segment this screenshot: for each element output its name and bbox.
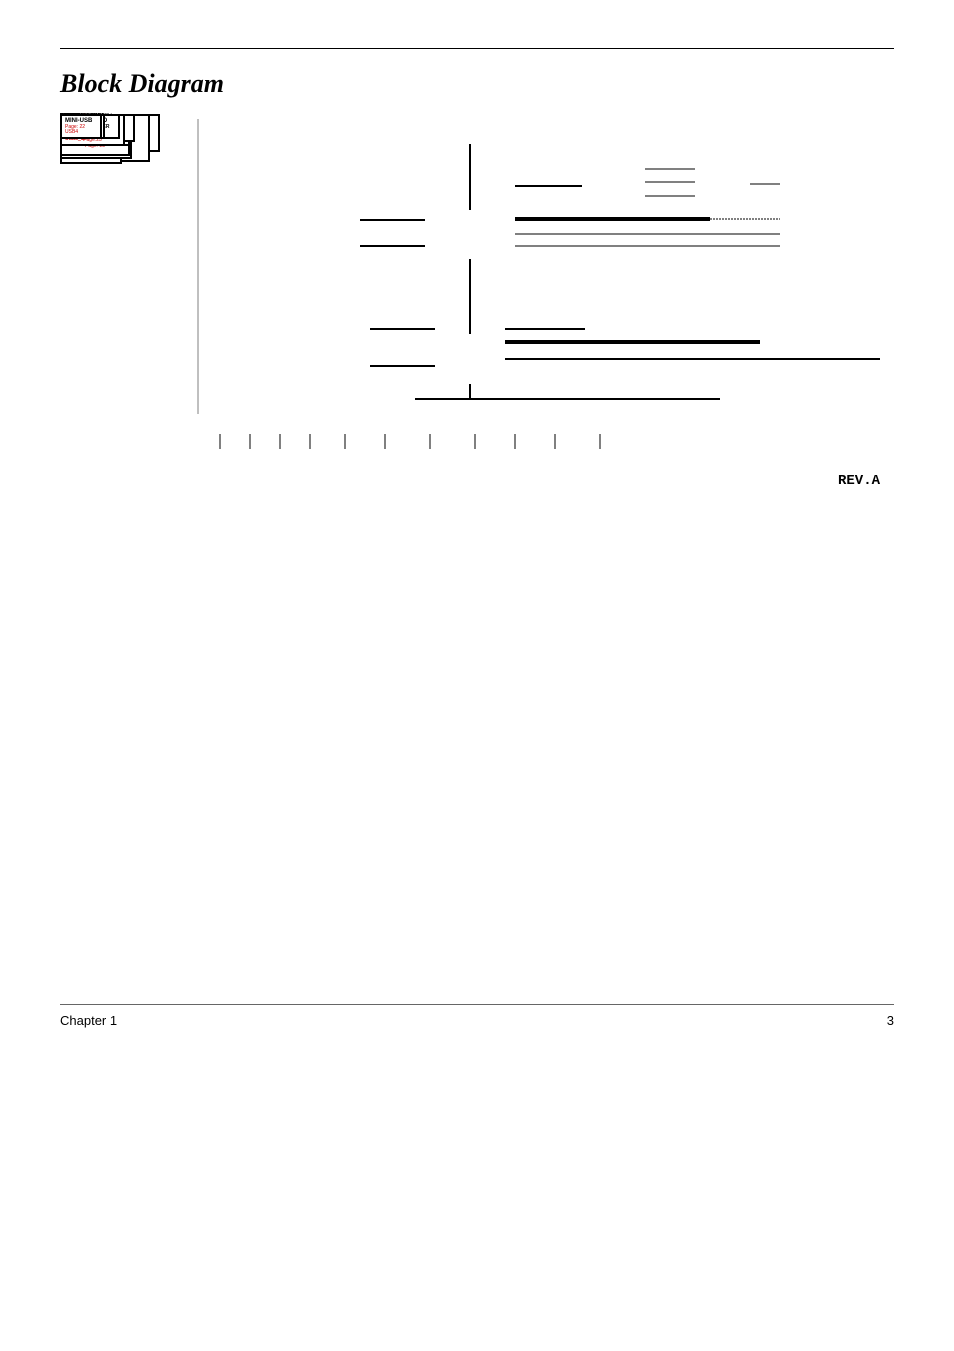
revision: REV.A: [838, 474, 880, 489]
page-number: 3: [887, 1013, 894, 1028]
chapter-label: Chapter 1: [60, 1013, 117, 1028]
page-title: Block Diagram: [60, 69, 894, 99]
mini-usb: MINI-USBPage: 22USB4: [60, 114, 102, 139]
block-diagram: 5V / 3.3V / 12VPage : 35 1.8V / 0.9VPage…: [60, 114, 880, 484]
